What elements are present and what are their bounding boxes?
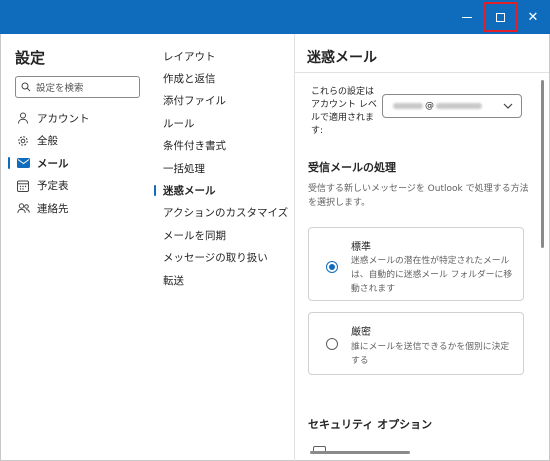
people-icon [16,201,30,215]
vertical-scrollbar[interactable] [541,80,544,248]
mail-nav-item[interactable]: レイアウト [153,45,293,67]
nav-item-label: 全般 [37,135,58,148]
nav-item-label: 連絡先 [37,202,69,215]
nav-item-mail[interactable]: メール [0,152,150,175]
minimize-button[interactable] [450,0,484,34]
option-description: 迷惑メールの潜在性が特定されたメールは、自動的に迷惑メール フォルダーに移動され… [351,256,513,294]
settings-nav: アカウント 全般 メール 予定表 連絡先 [0,107,150,220]
close-icon: ✕ [527,9,539,25]
chevron-down-icon [503,103,513,109]
option-card-strict[interactable]: 厳密 誰にメールを送信できるかを個別に決定する [308,312,524,375]
mail-nav-item[interactable]: 一括処理 [153,157,293,179]
redacted-domain [436,103,482,109]
nav-item-contacts[interactable]: 連絡先 [0,197,150,220]
nav-item-general[interactable]: 全般 [0,130,150,153]
nav-item-account[interactable]: アカウント [0,107,150,130]
mail-nav-item[interactable]: 条件付き書式 [153,135,293,157]
mail-nav-item-junk[interactable]: 迷惑メール [153,179,293,201]
account-level-label: これらの設定はアカウント レベルで適用されます: [311,87,377,136]
gear-icon [16,134,30,148]
account-at-sign: @ [425,101,434,111]
header-divider [295,72,549,73]
radio-standard[interactable] [326,261,338,273]
search-icon [21,82,31,92]
option-title: 標準 [351,242,371,253]
search-input[interactable]: 設定を検索 [15,76,140,98]
radio-dot [329,264,335,270]
nav-item-label: 予定表 [37,180,69,193]
mail-nav-item[interactable]: 作成と返信 [153,67,293,89]
mail-nav-item[interactable]: 転送 [153,269,293,291]
security-options-heading: セキュリティ オプション [308,418,433,431]
calendar-icon [16,179,30,193]
incoming-mail-description: 受信する新しいメッセージを Outlook で処理する方法を選択します。 [308,184,529,208]
maximize-button[interactable] [483,2,517,32]
close-button[interactable]: ✕ [516,0,550,34]
search-placeholder: 設定を検索 [36,83,84,94]
option-title: 厳密 [351,327,371,338]
mail-settings-nav: レイアウト 作成と返信 添付ファイル ルール 条件付き書式 一括処理 迷惑メール… [153,45,293,291]
radio-strict[interactable] [326,338,338,350]
mail-nav-item[interactable]: ルール [153,112,293,134]
mail-nav-item[interactable]: 添付ファイル [153,90,293,112]
mail-nav-item[interactable]: メッセージの取り扱い [153,247,293,269]
incoming-mail-heading: 受信メールの処理 [308,161,396,174]
option-card-standard[interactable]: 標準 迷惑メールの潜在性が特定されたメールは、自動的に迷惑メール フォルダーに移… [308,227,524,301]
account-dropdown[interactable]: @ [382,94,522,118]
nav-item-label: メール [37,157,69,170]
settings-title: 設定 [15,49,46,67]
title-bar: ✕ [0,0,550,34]
horizontal-scrollbar[interactable] [310,451,410,454]
minimize-icon [462,16,472,18]
page-title: 迷惑メール [307,50,377,66]
person-icon [16,111,30,125]
pane-divider [294,34,295,461]
mail-nav-item[interactable]: アクションのカスタマイズ [153,202,293,224]
mail-icon [16,156,30,170]
maximize-icon [495,12,505,22]
nav-item-label: アカウント [37,112,90,125]
mail-nav-item[interactable]: メールを同期 [153,224,293,246]
nav-item-calendar[interactable]: 予定表 [0,175,150,198]
redacted-username [393,103,423,109]
option-description: 誰にメールを送信できるかを個別に決定する [351,342,510,366]
